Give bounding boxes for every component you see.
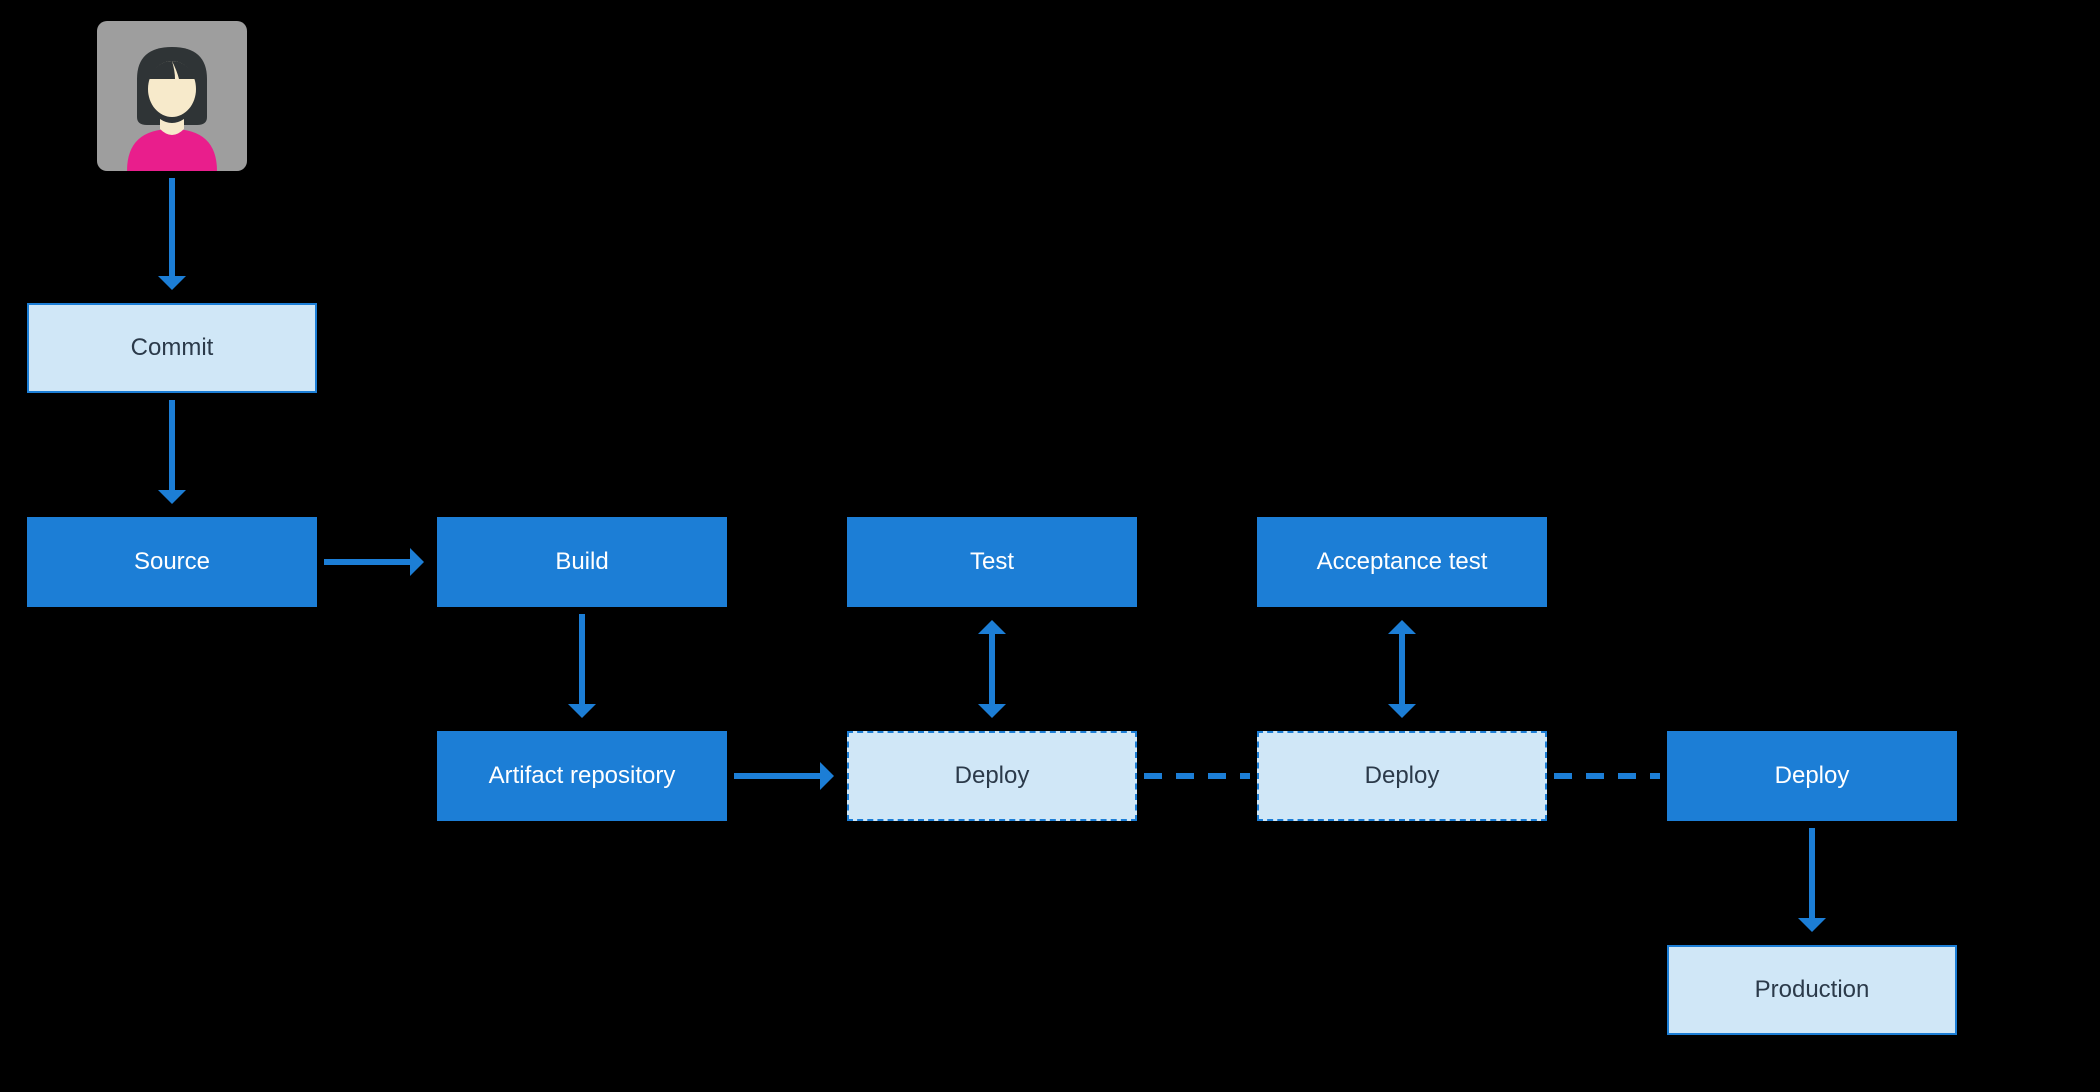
node-artifact: Artifact repository xyxy=(437,731,727,821)
node-build: Build xyxy=(437,517,727,607)
label: Build xyxy=(555,548,608,576)
label: Commit xyxy=(131,334,214,362)
node-acceptance: Acceptance test xyxy=(1257,517,1547,607)
node-source: Source xyxy=(27,517,317,607)
label: Source xyxy=(134,548,210,576)
user-avatar xyxy=(97,21,247,171)
node-deploy-1: Deploy xyxy=(847,731,1137,821)
label: Test xyxy=(970,548,1014,576)
node-production: Production xyxy=(1667,945,1957,1035)
label: Acceptance test xyxy=(1317,548,1488,576)
label: Deploy xyxy=(955,762,1030,790)
label: Deploy xyxy=(1775,762,1850,790)
pipeline-diagram: Commit Source Build Artifact repository … xyxy=(0,0,2100,1092)
node-deploy-final: Deploy xyxy=(1667,731,1957,821)
person-icon xyxy=(97,21,247,171)
label: Artifact repository xyxy=(489,762,676,790)
node-deploy-2: Deploy xyxy=(1257,731,1547,821)
node-commit: Commit xyxy=(27,303,317,393)
label: Deploy xyxy=(1365,762,1440,790)
label: Production xyxy=(1755,976,1870,1004)
node-test: Test xyxy=(847,517,1137,607)
